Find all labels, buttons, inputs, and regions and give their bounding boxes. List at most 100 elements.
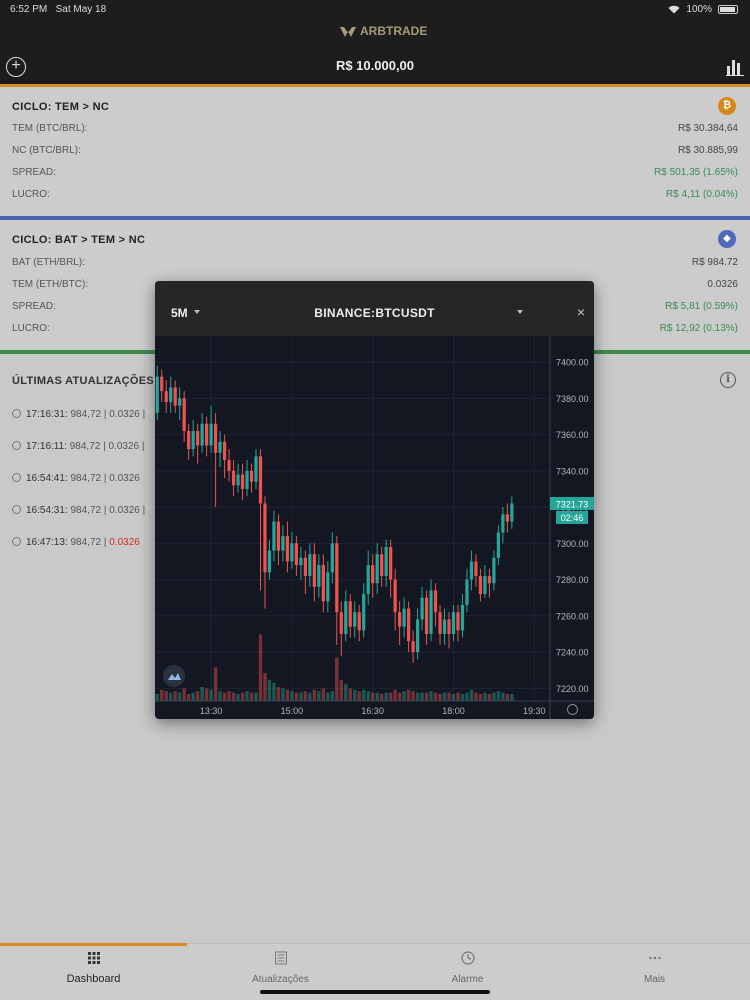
candle-body <box>478 575 483 595</box>
volume-bar <box>155 694 159 701</box>
volume-bar <box>402 691 406 701</box>
volume-bar <box>438 694 442 701</box>
candle-body <box>438 612 442 634</box>
volume-bar <box>182 688 186 701</box>
time-tick-label: 13:30 <box>200 706 223 716</box>
settings-icon[interactable] <box>567 704 578 715</box>
volume-bar <box>429 691 433 701</box>
candle-body <box>442 619 447 634</box>
volume-bar <box>353 689 357 701</box>
candle-body <box>429 590 433 634</box>
volume-bar <box>339 680 343 701</box>
battery-icon <box>718 5 738 14</box>
candle-body <box>330 543 334 573</box>
volume-bar <box>164 691 168 701</box>
volume-bar <box>375 692 379 701</box>
grid-icon <box>87 952 100 964</box>
volume-bar <box>362 689 366 701</box>
tab-dashboard[interactable]: Dashboard <box>0 944 187 1000</box>
candle-body <box>492 557 496 584</box>
candle-body <box>474 561 478 576</box>
chevron-down-icon[interactable] <box>517 310 523 314</box>
volume-bar <box>447 692 451 701</box>
volume-bar <box>397 692 402 701</box>
volume-bar <box>263 673 267 701</box>
candle-body <box>375 554 379 584</box>
update-item: 16:47:13: 984,72 | 0.0326 <box>12 537 140 548</box>
candle-body <box>335 543 339 613</box>
candle-body <box>344 601 348 634</box>
candle-body <box>245 470 249 489</box>
candle-body <box>213 423 218 453</box>
time-tick-label: 16:30 <box>361 706 384 716</box>
candle-body <box>196 430 200 446</box>
app-header: ARBTRADE + R$ 10.000,00 <box>0 20 750 84</box>
cycle-row: NC (BTC/BRL): R$ 30.885,99 <box>12 145 738 156</box>
candle-body <box>236 474 240 486</box>
clock-icon <box>12 505 21 514</box>
volume-bar <box>335 657 339 701</box>
volume-bar <box>222 692 227 701</box>
tab-mais[interactable]: Mais <box>561 944 748 1000</box>
cycle-row: TEM (BTC/BRL): R$ 30.384,64 <box>12 123 738 134</box>
candle-body <box>249 470 254 482</box>
more-icon <box>648 956 661 960</box>
tab-label: Mais <box>643 974 666 985</box>
cycle-row: SPREAD: R$ 501,35 (1.65%) <box>12 167 738 178</box>
volume-bar <box>191 692 195 701</box>
volume-bar <box>330 691 335 701</box>
volume-bar <box>303 691 308 701</box>
cycle-title: CICLO: TEM > NC <box>12 101 110 113</box>
close-icon[interactable]: × <box>574 304 588 320</box>
update-item: 16:54:41: 984,72 | 0.0326 <box>12 473 140 484</box>
volume-bar <box>218 691 222 701</box>
candle-body <box>398 612 402 627</box>
price-tick-label: 7280.00 <box>556 575 589 585</box>
candle-body <box>362 594 366 631</box>
candle-body <box>164 391 168 402</box>
clock-icon <box>12 473 21 482</box>
candle-body <box>240 474 245 489</box>
cycle-card-btc[interactable]: CICLO: TEM > NC ₿ TEM (BTC/BRL): R$ 30.38… <box>0 87 750 216</box>
volume-bar <box>501 692 505 701</box>
candle-body <box>178 398 182 406</box>
candle-body <box>303 557 307 576</box>
price-tick-label: 7380.00 <box>556 394 589 404</box>
volume-bar <box>388 692 393 701</box>
ethereum-icon: ◆ <box>718 230 736 248</box>
volume-bar <box>173 691 177 701</box>
volume-bar <box>209 689 213 701</box>
info-icon[interactable]: i <box>720 372 736 388</box>
volume-bar <box>510 694 514 701</box>
volume-bar <box>169 692 173 701</box>
candle-body <box>380 554 384 576</box>
symbol-title: BINANCE:BTCUSDT <box>314 306 435 320</box>
candle-body <box>317 565 321 587</box>
volume-bar <box>393 689 397 701</box>
volume-bar <box>456 692 460 701</box>
candle-body <box>384 546 388 576</box>
candle-body <box>505 514 509 522</box>
candle-body <box>402 608 406 627</box>
countdown-label: 02:46 <box>561 513 584 523</box>
candle-body <box>173 387 177 406</box>
volume-bar <box>357 691 361 701</box>
volume-bar <box>290 691 294 701</box>
candle-body <box>487 575 492 584</box>
candle-body <box>231 470 236 486</box>
candle-body <box>218 441 222 453</box>
price-tick-label: 7240.00 <box>556 648 589 658</box>
candle-body <box>321 565 325 602</box>
candle-body <box>353 612 357 627</box>
volume-bar <box>200 687 204 701</box>
candle-body <box>155 376 159 413</box>
bar-chart-icon[interactable] <box>726 56 744 76</box>
price-tick-label: 7340.00 <box>556 466 589 476</box>
list-icon <box>274 951 287 965</box>
candle-body <box>460 604 465 631</box>
time-tick-label: 15:00 <box>281 706 304 716</box>
candle-body <box>160 376 164 392</box>
volume-bar <box>245 691 249 701</box>
cycle-row: LUCRO: R$ 4,11 (0.04%) <box>12 189 738 200</box>
candlestick-chart[interactable]: 7400.007380.007360.007340.007320.007300.… <box>155 336 594 719</box>
